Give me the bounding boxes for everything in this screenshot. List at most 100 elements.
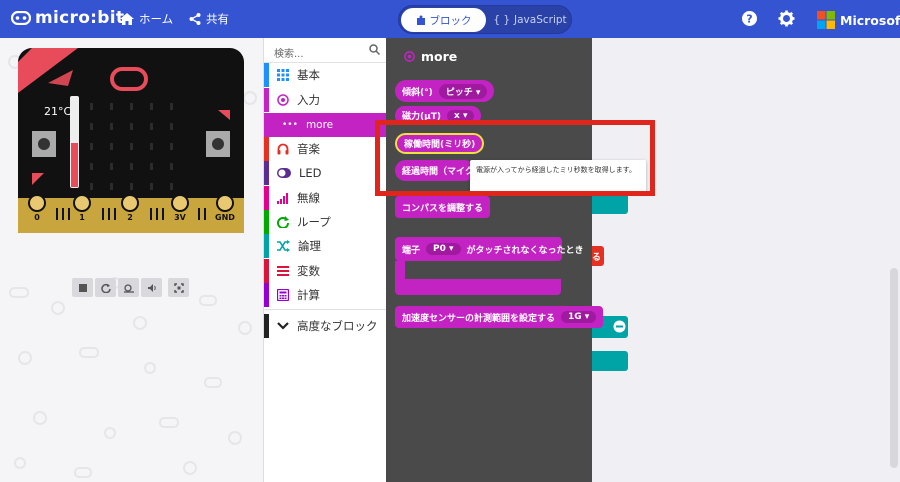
tab-javascript[interactable]: { } JavaScript — [489, 8, 571, 32]
signal-bars-icon — [277, 193, 288, 204]
restart-icon — [100, 283, 111, 293]
fullscreen-icon — [173, 282, 184, 293]
grid-icon — [277, 69, 289, 81]
speaker-icon — [147, 283, 156, 292]
toolbox-category-input[interactable]: 入力 — [264, 88, 387, 112]
share-button[interactable]: 共有 — [189, 11, 229, 27]
lines-icon — [277, 266, 289, 276]
help-icon[interactable]: ? — [741, 10, 758, 27]
toggle-icon — [277, 168, 291, 178]
pin-dropdown[interactable]: P0 ▾ — [426, 243, 461, 255]
calculator-icon — [277, 289, 289, 301]
block-rotation[interactable]: 傾斜(°) ピッチ ▾ — [395, 80, 495, 102]
svg-text:?: ? — [746, 13, 752, 26]
highlight-annotation-box — [375, 120, 655, 196]
search-placeholder: 検索... — [274, 49, 304, 60]
braces-icon: { } — [493, 14, 511, 26]
stop-button[interactable] — [72, 278, 93, 297]
toolbox-category-loops[interactable]: ループ — [264, 210, 387, 234]
home-icon — [120, 13, 134, 25]
microbit-logo[interactable]: micro:bit — [11, 8, 124, 28]
home-label: ホーム — [139, 12, 174, 26]
tab-javascript-label: JavaScript — [514, 14, 567, 26]
rotation-dropdown-value: ピッチ — [445, 87, 473, 98]
editor-tabs: ブロック { } JavaScript — [398, 5, 572, 34]
rotation-dropdown[interactable]: ピッチ ▾ — [438, 83, 488, 99]
magnetic-dropdown-value: x — [454, 110, 460, 121]
loop-icon — [277, 216, 289, 228]
toolbox-category-label: 音楽 — [297, 142, 320, 156]
block-event-header: 端子 P0 ▾ がタッチされなくなったとき — [395, 237, 584, 261]
fullscreen-button[interactable] — [168, 278, 189, 297]
pin-0-label: 0 — [34, 213, 40, 222]
radio-target-icon — [277, 94, 289, 106]
microsoft-label: Microsoft — [840, 12, 900, 28]
stop-icon — [78, 283, 87, 292]
share-icon — [189, 13, 201, 25]
workspace-scrollbar[interactable] — [890, 268, 898, 468]
toolbox-category-math[interactable]: 計算 — [264, 283, 387, 307]
toolbox-category-label: 入力 — [297, 93, 320, 107]
toolbox-category-more[interactable]: ••• more — [264, 113, 387, 137]
workspace-block-partial[interactable]: る — [592, 246, 604, 266]
radio-target-icon — [404, 51, 415, 62]
slowmo-button[interactable] — [118, 278, 139, 297]
pin-gnd-label: GND — [215, 213, 235, 222]
pin-3v-label: 3V — [174, 213, 187, 222]
shuffle-icon — [277, 240, 290, 252]
home-button[interactable]: ホーム — [120, 11, 173, 27]
snail-icon — [123, 283, 134, 293]
block-label: コンパスを調整する — [402, 203, 484, 214]
tab-blocks[interactable]: ブロック — [401, 8, 486, 32]
accel-range-dropdown[interactable]: 1G ▾ — [561, 311, 597, 323]
block-calibrate-compass[interactable]: コンパスを調整する — [395, 196, 491, 218]
minus-icon[interactable] — [613, 320, 626, 333]
toolbox-category-basic[interactable]: 基本 — [264, 63, 387, 87]
toolbox-category-label: 無線 — [297, 191, 320, 205]
toolbox-category-logic[interactable]: 論理 — [264, 234, 387, 258]
workspace-block-logic[interactable] — [592, 194, 628, 214]
toolbox-category-label: 計算 — [297, 288, 320, 302]
toolbox-search-input[interactable]: 検索... — [264, 38, 387, 63]
toolbox-category-label: more — [305, 119, 334, 131]
toolbox-category-led[interactable]: LED — [264, 161, 387, 185]
toolbox-category-radio[interactable]: 無線 — [264, 186, 387, 210]
share-label: 共有 — [206, 12, 229, 26]
microsoft-icon — [817, 11, 835, 29]
microbit-board[interactable]: 21°C 0 1 2 3V GND — [18, 48, 244, 233]
block-on-pin-released[interactable]: 端子 P0 ▾ がタッチされなくなったとき — [395, 237, 584, 295]
workspace-block-logic-3[interactable] — [592, 351, 628, 371]
puzzle-icon — [416, 15, 425, 25]
tab-blocks-label: ブロック — [429, 14, 472, 27]
block-label: がタッチされなくなったとき — [466, 245, 584, 256]
code-workspace[interactable]: る — [592, 38, 900, 482]
toolbox-divider — [264, 309, 387, 310]
search-icon[interactable] — [369, 44, 380, 55]
toolbox-category-variables[interactable]: 変数 — [264, 259, 387, 283]
gear-icon[interactable] — [778, 10, 795, 27]
toolbox-category-label: 論理 — [298, 239, 321, 253]
block-set-accelerometer-range[interactable]: 加速度センサーの計測範囲を設定する 1G ▾ — [395, 306, 604, 328]
chevron-down-icon — [277, 322, 289, 330]
toolbox-category-label: 高度なブロック — [297, 319, 378, 333]
block-label: 加速度センサーの計測範囲を設定する — [402, 313, 556, 324]
toolbox-category-label: LED — [299, 166, 322, 180]
toolbox-category-label: 基本 — [297, 68, 320, 82]
app-name: micro:bit — [35, 8, 125, 28]
mute-button[interactable] — [141, 278, 162, 297]
restart-button[interactable] — [95, 278, 116, 297]
workspace-block-text: る — [592, 252, 602, 263]
toolbox-category-advanced[interactable]: 高度なブロック — [264, 314, 387, 338]
toolbox-category-label: 変数 — [297, 264, 320, 278]
top-bar: micro:bit ホーム 共有 ブロック { } JavaScript ? M… — [0, 0, 900, 38]
more-dots-icon: ••• — [282, 120, 298, 130]
flyout-title: more — [404, 49, 457, 64]
simulator-panel: 21°C 0 1 2 3V GND — [0, 38, 263, 482]
accel-range-dropdown-value: 1G — [568, 312, 582, 322]
microsoft-logo[interactable]: Microsoft — [817, 11, 900, 29]
toolbox-category-music[interactable]: 音楽 — [264, 137, 387, 161]
pin-1-label: 1 — [79, 213, 85, 222]
headphones-icon — [277, 143, 289, 155]
block-label: 傾斜(°) — [402, 87, 433, 98]
toolbox: 検索... 基本 入力 ••• more 音楽 LED 無線 ループ 論理 変数… — [263, 38, 387, 482]
